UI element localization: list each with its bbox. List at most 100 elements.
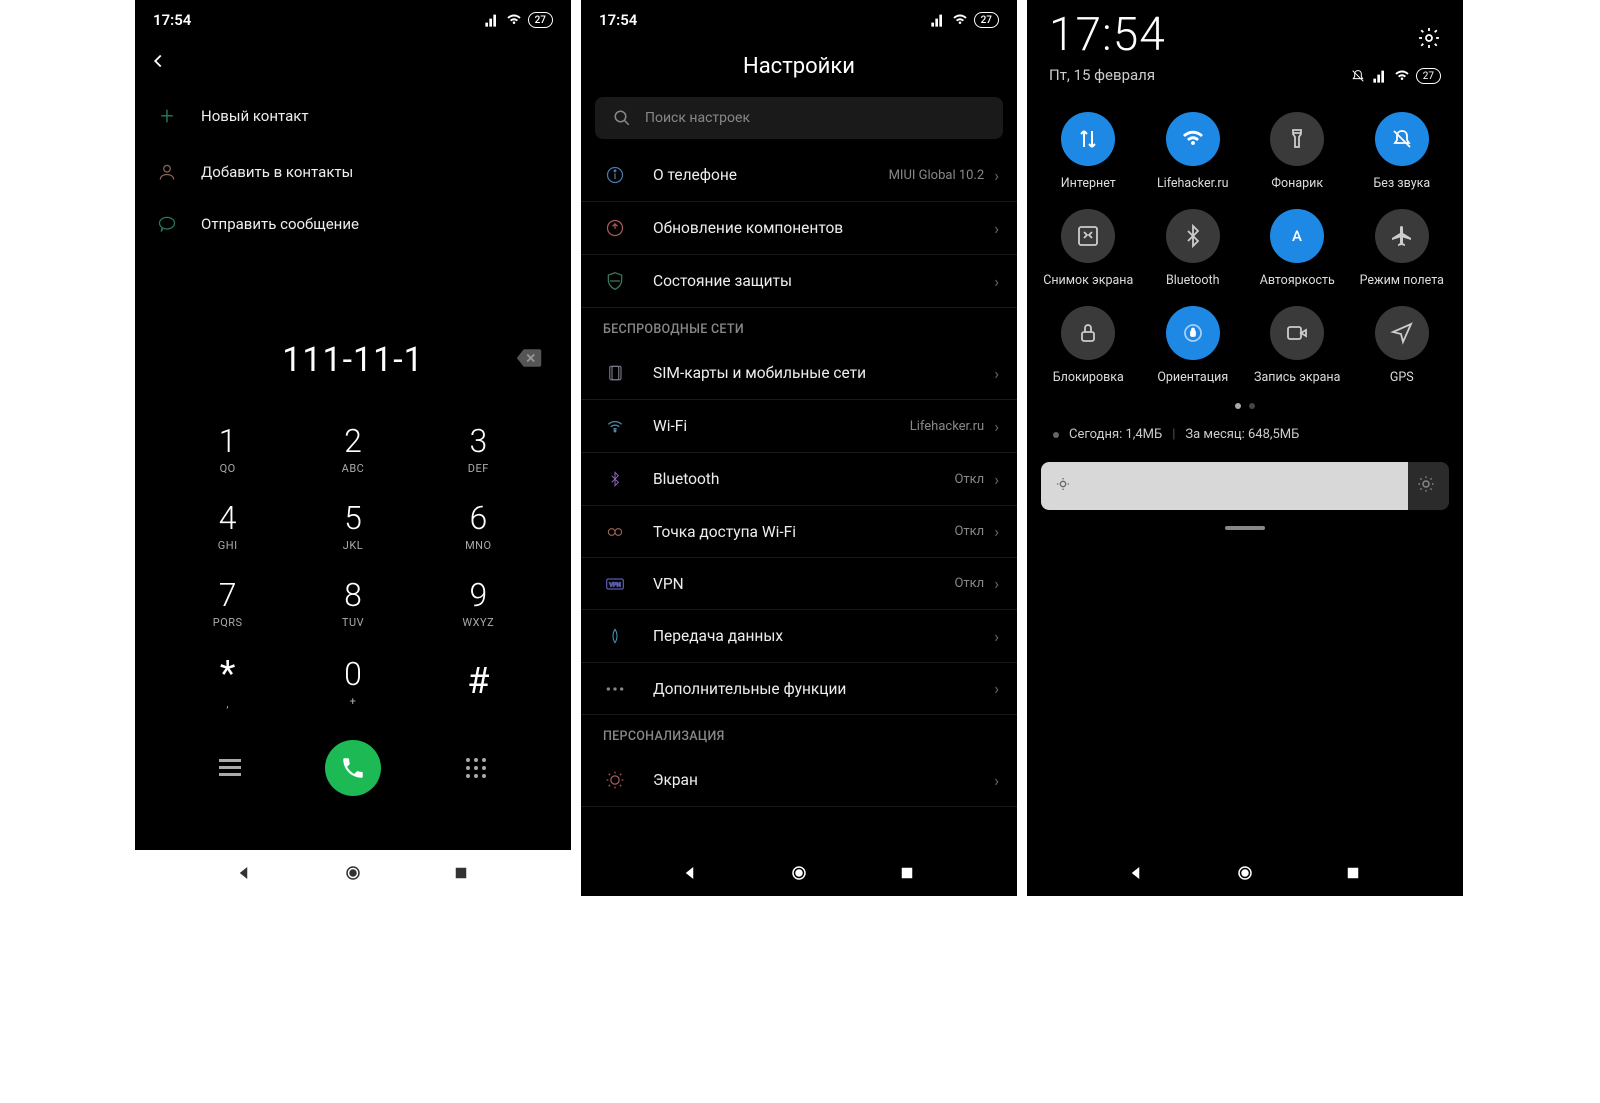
chevron-right-icon: › bbox=[994, 679, 999, 698]
key-8[interactable]: 8TUV bbox=[290, 564, 415, 641]
wifi-icon bbox=[952, 12, 968, 28]
qs-status-icons: 27 bbox=[1027, 68, 1463, 96]
key-9[interactable]: 9WXYZ bbox=[416, 564, 541, 641]
settings-bluetooth[interactable]: Bluetooth Откл › bbox=[581, 453, 1017, 506]
quick-settings-screen: 17:54 Пт, 15 февраля 27 Интернет Lifehac… bbox=[1027, 0, 1463, 896]
tile-record[interactable]: Запись экрана bbox=[1250, 306, 1345, 385]
settings-data[interactable]: Передача данных › bbox=[581, 610, 1017, 663]
key-star[interactable]: *, bbox=[165, 641, 290, 722]
tile-gps[interactable]: GPS bbox=[1355, 306, 1450, 385]
tile-screenshot[interactable]: Снимок экрана bbox=[1041, 209, 1136, 288]
send-message-label: Отправить сообщение bbox=[201, 215, 359, 233]
key-7[interactable]: 7PQRS bbox=[165, 564, 290, 641]
settings-sim[interactable]: SIM-карты и мобильные сети › bbox=[581, 347, 1017, 400]
display-icon bbox=[603, 770, 627, 790]
brightness-slider[interactable] bbox=[1041, 462, 1449, 510]
tile-orientation[interactable]: Ориентация bbox=[1146, 306, 1241, 385]
location-icon bbox=[1390, 321, 1414, 345]
tile-flashlight[interactable]: Фонарик bbox=[1250, 112, 1345, 191]
person-icon bbox=[155, 162, 179, 182]
key-5[interactable]: 5JKL bbox=[290, 487, 415, 564]
autobrightness-icon: A bbox=[1285, 224, 1309, 248]
status-time: 17:54 bbox=[153, 11, 191, 29]
settings-gear-button[interactable] bbox=[1417, 26, 1441, 54]
add-to-contacts-action[interactable]: Добавить в контакты bbox=[155, 146, 551, 198]
settings-more[interactable]: Дополнительные функции › bbox=[581, 663, 1017, 715]
key-2[interactable]: 2ABC bbox=[290, 410, 415, 487]
back-button[interactable] bbox=[135, 40, 571, 86]
brightness-fill bbox=[1041, 462, 1408, 510]
dialer-bottom-bar bbox=[135, 722, 571, 814]
tile-internet[interactable]: Интернет bbox=[1041, 112, 1136, 191]
signal-icon bbox=[1372, 68, 1388, 84]
settings-list: О телефоне MIUI Global 10.2 › Обновление… bbox=[581, 149, 1017, 850]
chevron-right-icon: › bbox=[994, 771, 999, 790]
signal-icon bbox=[930, 12, 946, 28]
rotation-lock-icon bbox=[1181, 321, 1205, 345]
dialer-screen: 17:54 27 + Новый контакт Добавить в конт… bbox=[135, 0, 571, 896]
info-icon bbox=[603, 165, 627, 185]
status-time: 17:54 bbox=[599, 11, 637, 29]
more-icon bbox=[603, 685, 627, 693]
key-hash[interactable]: # bbox=[416, 641, 541, 722]
key-6[interactable]: 6MNO bbox=[416, 487, 541, 564]
mute-icon bbox=[1350, 68, 1366, 84]
nav-home-icon[interactable] bbox=[1236, 864, 1254, 882]
dialpad-toggle-button[interactable] bbox=[461, 757, 491, 779]
tile-autobrightness[interactable]: AАвтояркость bbox=[1250, 209, 1345, 288]
nav-home-icon[interactable] bbox=[790, 864, 808, 882]
update-icon bbox=[603, 218, 627, 238]
nav-recent-icon[interactable] bbox=[898, 864, 916, 882]
number-display: 111-11-1 bbox=[135, 250, 571, 410]
page-dot-2[interactable] bbox=[1249, 403, 1255, 409]
tile-mute[interactable]: Без звука bbox=[1355, 112, 1450, 191]
menu-button[interactable] bbox=[215, 759, 245, 777]
svg-text:VPN: VPN bbox=[609, 582, 621, 588]
section-wireless: БЕСПРОВОДНЫЕ СЕТИ bbox=[581, 308, 1017, 347]
nav-bar bbox=[1027, 850, 1463, 896]
chevron-right-icon: › bbox=[994, 417, 999, 436]
new-contact-action[interactable]: + Новый контакт bbox=[155, 86, 551, 146]
plus-icon: + bbox=[155, 102, 179, 130]
settings-about[interactable]: О телефоне MIUI Global 10.2 › bbox=[581, 149, 1017, 202]
hotspot-icon bbox=[603, 524, 627, 540]
wifi-icon bbox=[1394, 68, 1410, 84]
tile-bluetooth[interactable]: Bluetooth bbox=[1146, 209, 1241, 288]
key-1[interactable]: 1QO bbox=[165, 410, 290, 487]
add-to-contacts-label: Добавить в контакты bbox=[201, 163, 353, 181]
tile-wifi[interactable]: Lifehacker.ru bbox=[1146, 112, 1241, 191]
settings-display[interactable]: Экран › bbox=[581, 754, 1017, 807]
message-icon bbox=[155, 214, 179, 234]
settings-security[interactable]: Состояние защиты › bbox=[581, 255, 1017, 308]
backspace-button[interactable] bbox=[515, 347, 543, 373]
nav-recent-icon[interactable] bbox=[1344, 864, 1362, 882]
key-3[interactable]: 3DEF bbox=[416, 410, 541, 487]
settings-title: Настройки bbox=[581, 40, 1017, 97]
nav-back-icon[interactable] bbox=[1128, 864, 1146, 882]
nav-back-icon[interactable] bbox=[682, 864, 700, 882]
brightness-low-icon bbox=[1055, 476, 1071, 496]
settings-search[interactable]: Поиск настроек bbox=[595, 97, 1003, 139]
key-4[interactable]: 4GHI bbox=[165, 487, 290, 564]
settings-wifi[interactable]: Wi-Fi Lifehacker.ru › bbox=[581, 400, 1017, 453]
search-icon bbox=[613, 109, 631, 127]
nav-back-icon[interactable] bbox=[236, 864, 254, 882]
key-0[interactable]: 0+ bbox=[290, 641, 415, 722]
nav-recent-icon[interactable] bbox=[452, 864, 470, 882]
call-button[interactable] bbox=[325, 740, 381, 796]
wifi-icon bbox=[603, 416, 627, 436]
nav-home-icon[interactable] bbox=[344, 864, 362, 882]
tile-lock[interactable]: Блокировка bbox=[1041, 306, 1136, 385]
send-message-action[interactable]: Отправить сообщение bbox=[155, 198, 551, 250]
nav-bar bbox=[135, 850, 571, 896]
data-usage: Сегодня: 1,4МБ | За месяц: 648,5МБ bbox=[1027, 423, 1463, 456]
panel-handle[interactable] bbox=[1027, 516, 1463, 530]
chevron-right-icon: › bbox=[994, 166, 999, 185]
settings-update[interactable]: Обновление компонентов › bbox=[581, 202, 1017, 255]
page-dot-1[interactable] bbox=[1235, 403, 1241, 409]
settings-hotspot[interactable]: Точка доступа Wi-Fi Откл › bbox=[581, 506, 1017, 558]
airplane-icon bbox=[1390, 224, 1414, 248]
settings-vpn[interactable]: VPN VPN Откл › bbox=[581, 558, 1017, 610]
shield-icon bbox=[603, 271, 627, 291]
tile-airplane[interactable]: Режим полета bbox=[1355, 209, 1450, 288]
